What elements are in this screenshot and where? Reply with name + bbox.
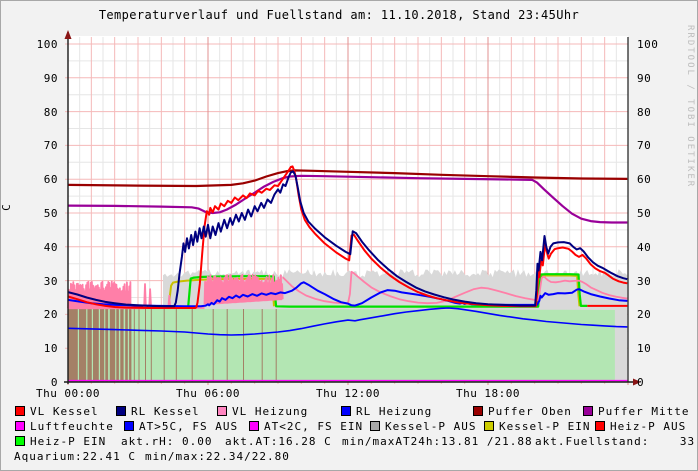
legend-item: Heiz-P AUS xyxy=(595,420,687,433)
legend-stat: akt.rH: 0.00 xyxy=(121,435,213,448)
y-tick-label: 40 xyxy=(43,240,58,254)
legend-swatch xyxy=(116,406,126,416)
legend-label: Kessel-P AUS xyxy=(385,420,477,433)
legend-swatch xyxy=(370,421,380,431)
y-tick-label: 10 xyxy=(637,342,652,356)
y-tick-label: 100 xyxy=(637,38,659,51)
legend-label: Luftfeuchte xyxy=(30,420,114,433)
y-tick-label: 80 xyxy=(637,105,652,119)
y-tick-label: 50 xyxy=(637,207,652,220)
legend-stat: Aquarium:22.41 C xyxy=(14,450,136,463)
y-tick-label: 70 xyxy=(43,139,58,153)
legend-label: RL Heizung xyxy=(356,405,433,418)
y-tick-label: 20 xyxy=(637,308,652,322)
legend-stat: akt.Fuellstand: 33 xyxy=(535,435,696,448)
legend-item: Kessel-P EIN xyxy=(484,420,591,433)
y-tick-label: 90 xyxy=(43,71,58,85)
chart-plot xyxy=(64,30,641,386)
legend-label: Heiz-P AUS xyxy=(610,420,687,433)
y-axis-arrow xyxy=(64,30,72,39)
y-tick-label: 20 xyxy=(43,308,58,322)
legend-item: RL Heizung xyxy=(341,405,433,418)
y-tick-label: 100 xyxy=(36,38,58,51)
legend-label: AT>5C, FS AUS xyxy=(139,420,239,433)
legend-label: Puffer Oben xyxy=(488,405,572,418)
y-tick-label: 0 xyxy=(637,376,645,389)
legend-label: Aquarium:22.41 C xyxy=(14,450,136,463)
chart-title: Temperaturverlauf und Fuellstand am: 11.… xyxy=(98,8,580,22)
legend-item: RL Kessel xyxy=(116,405,200,418)
x-tick-label: Thu 12:00 xyxy=(315,387,381,400)
legend-stat: min/max:22.34/22.80 xyxy=(145,450,290,463)
legend-label: Kessel-P EIN xyxy=(499,420,591,433)
legend-label: VL Heizung xyxy=(232,405,309,418)
legend-stat: akt.AT:16.28 C xyxy=(225,435,332,448)
legend-swatch xyxy=(249,421,259,431)
y-tick-label: 40 xyxy=(637,240,652,254)
legend-item: AT>5C, FS AUS xyxy=(124,420,239,433)
legend-swatch xyxy=(15,421,25,431)
legend-label: akt.rH: 0.00 xyxy=(121,435,213,448)
legend-label: AT<2C, FS EIN xyxy=(264,420,364,433)
y-tick-label: 30 xyxy=(637,274,652,288)
legend-item: Puffer Mitte xyxy=(583,405,690,418)
legend-item: Luftfeuchte xyxy=(15,420,114,433)
legend-label: akt.Fuellstand: 33 xyxy=(535,435,696,448)
legend-stat: min/maxAT24h:13.81 /21.88 xyxy=(342,435,533,448)
rrdtool-watermark: RRDTOOL / TOBI OETIKER xyxy=(685,25,695,189)
legend-swatch xyxy=(484,421,494,431)
legend-label: min/maxAT24h:13.81 /21.88 xyxy=(342,435,533,448)
y-tick-label: 10 xyxy=(43,342,58,356)
legend-item: AT<2C, FS EIN xyxy=(249,420,364,433)
legend-label: Heiz-P EIN xyxy=(30,435,107,448)
legend-swatch xyxy=(473,406,483,416)
legend-swatch xyxy=(595,421,605,431)
legend-swatch xyxy=(15,406,25,416)
x-tick-label: Thu 18:00 xyxy=(455,387,521,400)
legend-label: VL Kessel xyxy=(30,405,99,418)
legend-item: Kessel-P AUS xyxy=(370,420,477,433)
legend-item: Heiz-P EIN xyxy=(15,435,107,448)
y-tick-label: 90 xyxy=(637,71,652,85)
legend-swatch xyxy=(124,421,134,431)
legend-item: VL Heizung xyxy=(217,405,309,418)
x-tick-label: Thu 00:00 xyxy=(35,387,101,400)
y-tick-label: 60 xyxy=(637,173,652,187)
y-tick-label: 30 xyxy=(43,274,58,288)
rrdtool-graph: Temperaturverlauf und Fuellstand am: 11.… xyxy=(0,0,698,471)
legend-swatch xyxy=(583,406,593,416)
y-axis-unit-label: C xyxy=(0,204,13,211)
legend-swatch xyxy=(217,406,227,416)
legend-item: VL Kessel xyxy=(15,405,99,418)
legend-swatch xyxy=(15,436,25,446)
legend-label: min/max:22.34/22.80 xyxy=(145,450,290,463)
x-tick-label: Thu 06:00 xyxy=(175,387,241,400)
legend-label: RL Kessel xyxy=(131,405,200,418)
y-tick-label: 80 xyxy=(43,105,58,119)
legend-swatch xyxy=(341,406,351,416)
legend-item: Puffer Oben xyxy=(473,405,572,418)
y-tick-label: 70 xyxy=(637,139,652,153)
legend-label: akt.AT:16.28 C xyxy=(225,435,332,448)
legend-label: Puffer Mitte xyxy=(598,405,690,418)
y-tick-label: 60 xyxy=(43,173,58,187)
y-tick-label: 50 xyxy=(43,207,58,220)
